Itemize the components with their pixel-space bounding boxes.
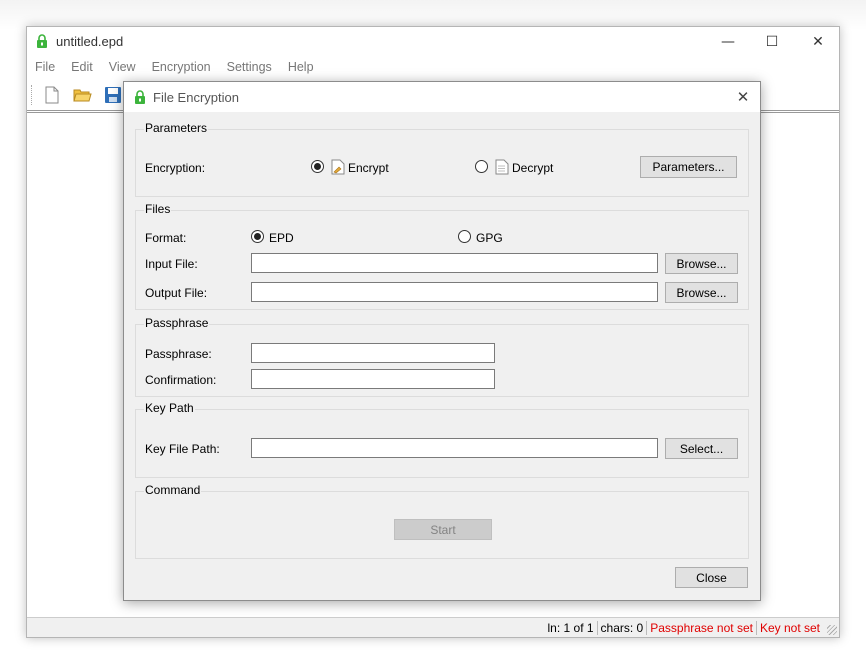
passphrase-group-title: Passphrase bbox=[144, 316, 210, 330]
files-group: Files Format: EPD GPG Input File: Browse… bbox=[135, 202, 749, 310]
menu-bar: File Edit View Encryption Settings Help bbox=[27, 57, 839, 77]
select-key-button[interactable]: Select... bbox=[665, 438, 738, 459]
key-path-group: Key Path Key File Path: Select... bbox=[135, 401, 749, 478]
status-chars: chars: 0 bbox=[596, 620, 647, 635]
input-browse-button[interactable]: Browse... bbox=[665, 253, 738, 274]
passphrase-field[interactable] bbox=[251, 343, 495, 363]
open-folder-icon[interactable] bbox=[72, 85, 92, 105]
input-file-label: Input File: bbox=[145, 257, 198, 271]
start-button[interactable]: Start bbox=[394, 519, 492, 540]
file-encryption-dialog: File Encryption ✕ Parameters Encryption:… bbox=[123, 81, 761, 601]
encrypt-label[interactable]: Encrypt bbox=[348, 161, 389, 175]
dialog-title-bar: File Encryption ✕ bbox=[124, 82, 760, 112]
output-file-field[interactable] bbox=[251, 282, 658, 302]
epd-label[interactable]: EPD bbox=[269, 231, 294, 245]
passphrase-group: Passphrase Passphrase: Confirmation: bbox=[135, 316, 749, 397]
dialog-title: File Encryption bbox=[153, 90, 239, 105]
output-file-label: Output File: bbox=[145, 286, 208, 300]
files-group-title: Files bbox=[144, 202, 172, 216]
parameters-group-title: Parameters bbox=[144, 121, 209, 135]
new-file-icon[interactable] bbox=[42, 85, 62, 105]
status-passphrase: Passphrase not set bbox=[646, 620, 756, 635]
gpg-radio[interactable] bbox=[458, 230, 471, 243]
command-group: Command Start bbox=[135, 483, 749, 559]
encrypt-document-icon bbox=[331, 159, 345, 175]
app-lock-icon bbox=[135, 90, 145, 104]
key-path-group-title: Key Path bbox=[144, 401, 195, 415]
format-label: Format: bbox=[145, 231, 187, 245]
maximize-button[interactable]: ☐ bbox=[749, 27, 795, 57]
menu-view[interactable]: View bbox=[101, 57, 144, 77]
parameters-button[interactable]: Parameters... bbox=[640, 156, 737, 178]
status-key: Key not set bbox=[755, 620, 823, 635]
encrypt-radio[interactable] bbox=[311, 160, 324, 173]
key-file-path-label: Key File Path: bbox=[145, 442, 220, 456]
key-file-path-field[interactable] bbox=[251, 438, 658, 458]
resize-grip[interactable] bbox=[827, 625, 837, 635]
passphrase-label: Passphrase: bbox=[145, 347, 212, 361]
decrypt-radio[interactable] bbox=[475, 160, 488, 173]
epd-radio[interactable] bbox=[251, 230, 264, 243]
status-position: ln: 1 of 1 bbox=[547, 620, 594, 635]
save-icon[interactable] bbox=[103, 85, 123, 105]
command-group-title: Command bbox=[144, 483, 202, 497]
decrypt-label[interactable]: Decrypt bbox=[512, 161, 553, 175]
gpg-label[interactable]: GPG bbox=[476, 231, 503, 245]
parameters-group: Parameters Encryption: Encrypt Decrypt P… bbox=[135, 121, 749, 197]
menu-edit[interactable]: Edit bbox=[63, 57, 101, 77]
dialog-close-button[interactable]: Close bbox=[675, 567, 748, 588]
status-bar: ln: 1 of 1 chars: 0 Passphrase not set K… bbox=[27, 617, 839, 637]
toolbar-grip[interactable] bbox=[31, 85, 33, 105]
decrypt-document-icon bbox=[495, 159, 509, 175]
confirmation-field[interactable] bbox=[251, 369, 495, 389]
minimize-button[interactable]: — bbox=[705, 27, 751, 57]
input-file-field[interactable] bbox=[251, 253, 658, 273]
menu-file[interactable]: File bbox=[27, 57, 63, 77]
title-bar: untitled.epd — ☐ ✕ bbox=[27, 27, 839, 57]
menu-settings[interactable]: Settings bbox=[219, 57, 280, 77]
confirmation-label: Confirmation: bbox=[145, 373, 217, 387]
close-window-button[interactable]: ✕ bbox=[795, 27, 841, 57]
menu-help[interactable]: Help bbox=[280, 57, 322, 77]
app-lock-icon bbox=[37, 34, 47, 48]
menu-encryption[interactable]: Encryption bbox=[144, 57, 219, 77]
encryption-label: Encryption: bbox=[145, 161, 206, 175]
output-browse-button[interactable]: Browse... bbox=[665, 282, 738, 303]
dialog-close-icon[interactable]: ✕ bbox=[726, 82, 760, 112]
window-title: untitled.epd bbox=[56, 34, 124, 49]
